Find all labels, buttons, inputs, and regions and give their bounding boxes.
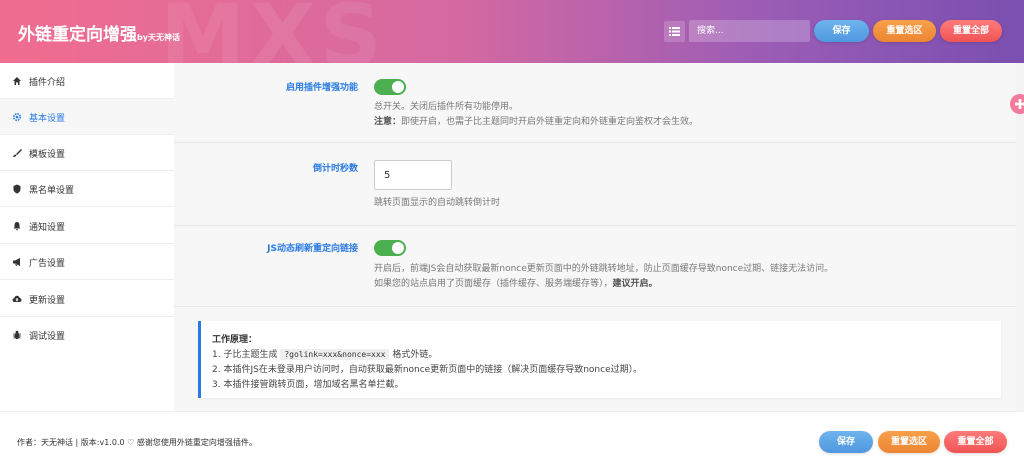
- list-icon: [669, 27, 680, 36]
- info-line-1-pre: 1. 子比主题生成: [212, 350, 278, 360]
- note-text: 即使开启，也需子比主题同时开启外链重定向和外链重定向鉴权才会生效。: [401, 117, 699, 127]
- countdown-label: 倒计时秒数: [312, 164, 358, 174]
- enable-label: 启用插件增强功能: [285, 83, 358, 93]
- sidebar-item-label: 模板设置: [29, 150, 66, 160]
- header-bar: MXS 外链重定向增强by天无神话 保存 重置选区 重置全部: [0, 0, 1024, 63]
- enable-note: 注意：即使开启，也需子比主题同时开启外链重定向和外链重定向鉴权才会生效。: [374, 115, 698, 130]
- header-watermark: MXS: [160, 0, 386, 63]
- sidebar-item-label: 通知设置: [29, 223, 66, 233]
- note-prefix: 注意：: [374, 117, 402, 127]
- sidebar-item-debug[interactable]: 调试设置: [0, 317, 174, 353]
- enable-toggle[interactable]: [374, 79, 406, 95]
- info-line-1-post: 格式外链。: [392, 350, 438, 360]
- header-save-button[interactable]: 保存: [814, 20, 869, 42]
- sidebar-item-intro[interactable]: 插件介绍: [0, 63, 174, 99]
- section-countdown: 倒计时秒数 跳转页面显示的自动跳转倒计时: [174, 143, 1016, 226]
- shield-icon: [13, 184, 21, 194]
- footer-credit: 作者：天无神话 | 版本:v1.0.0 ♡ 感谢您使用外链重定向增强插件。: [17, 437, 257, 448]
- footer-save-button[interactable]: 保存: [819, 431, 873, 453]
- header-reset-section-button[interactable]: 重置选区: [873, 20, 936, 42]
- js-refresh-description: 开启后，前端JS会自动获取最新nonce更新页面中的外链跳转地址，防止页面缓存导…: [374, 264, 834, 274]
- bug-icon: [13, 330, 21, 339]
- flower-icon: [1014, 98, 1024, 110]
- section-js-refresh: JS动态刷新重定向链接 开启后，前端JS会自动获取最新nonce更新页面中的外链…: [174, 226, 1016, 307]
- sidebar-item-blacklist[interactable]: 黑名单设置: [0, 171, 174, 207]
- sidebar-item-label: 调试设置: [29, 332, 66, 342]
- menu-toggle-button[interactable]: [664, 21, 685, 42]
- sidebar-item-basic[interactable]: 基本设置: [0, 99, 174, 135]
- info-title: 工作原理：: [212, 335, 258, 345]
- footer-bar: 作者：天无神话 | 版本:v1.0.0 ♡ 感谢您使用外链重定向增强插件。 保存…: [0, 411, 1024, 474]
- sidebar-item-label: 基本设置: [29, 114, 66, 124]
- home-icon: [13, 77, 21, 85]
- info-line-3: 3. 本插件接管跳转页面，增加域名黑名单拦截。: [212, 380, 404, 390]
- sidebar-item-notify[interactable]: 通知设置: [0, 208, 174, 244]
- footer-reset-section-button[interactable]: 重置选区: [878, 431, 940, 453]
- search-input[interactable]: [689, 20, 810, 42]
- credit-text: 作者：天无神话 | 版本:v1.0.0: [17, 438, 125, 447]
- gear-icon: [12, 112, 22, 122]
- thanks-text: 感谢您使用外链重定向增强插件。: [136, 438, 257, 447]
- sidebar-item-template[interactable]: 模板设置: [0, 135, 174, 171]
- heart-icon: ♡: [127, 438, 135, 447]
- sidebar: 插件介绍 基本设置 模板设置 黑名单设置 通知设置 广告设置 更新设置 调试设置: [0, 63, 174, 411]
- info-line-1: 1. 子比主题生成 ?golink=xxx&nonce=xxx 格式外链。: [212, 347, 437, 360]
- sidebar-item-update[interactable]: 更新设置: [0, 281, 174, 317]
- note-emphasis: 建议开启。: [612, 279, 658, 289]
- note-text: 如果您的站点启用了页面缓存（插件缓存、服务端缓存等），: [374, 279, 613, 289]
- info-line-2: 2. 本插件JS在未登录用户访问时，自动获取最新nonce更新页面中的链接（解决…: [212, 365, 643, 375]
- brush-icon: [13, 149, 22, 157]
- footer-reset-all-button[interactable]: 重置全部: [944, 431, 1007, 453]
- plugin-title-text: 外链重定向增强: [18, 25, 137, 45]
- header-reset-all-button[interactable]: 重置全部: [940, 20, 1002, 42]
- floating-helper-button[interactable]: [1010, 94, 1024, 114]
- cloud-download-icon: [12, 295, 22, 302]
- info-code: ?golink=xxx&nonce=xxx: [280, 349, 390, 360]
- plugin-title: 外链重定向增强by天无神话: [18, 20, 180, 45]
- countdown-seconds-input[interactable]: [374, 160, 452, 190]
- plugin-title-suffix: by天无神话: [137, 33, 180, 42]
- countdown-description: 跳转页面显示的自动跳转倒计时: [374, 198, 501, 208]
- bell-icon: [13, 222, 21, 231]
- settings-panel: 启用插件增强功能 总开关。关闭后插件所有功能停用。 注意：即使开启，也需子比主题…: [174, 63, 1016, 411]
- enable-description: 总开关。关闭后插件所有功能停用。: [374, 102, 519, 112]
- sidebar-item-label: 广告设置: [29, 259, 66, 269]
- js-refresh-label: JS动态刷新重定向链接: [267, 244, 358, 254]
- section-enable: 启用插件增强功能 总开关。关闭后插件所有功能停用。 注意：即使开启，也需子比主题…: [174, 63, 1016, 143]
- sidebar-item-label: 插件介绍: [29, 78, 66, 88]
- sidebar-item-label: 黑名单设置: [29, 186, 75, 196]
- sidebar-item-ads[interactable]: 广告设置: [0, 244, 174, 280]
- megaphone-icon: [13, 258, 20, 266]
- sidebar-item-label: 更新设置: [29, 296, 66, 306]
- js-refresh-note: 如果您的站点启用了页面缓存（插件缓存、服务端缓存等），建议开启。: [374, 277, 658, 292]
- js-refresh-toggle[interactable]: [374, 240, 406, 256]
- how-it-works-box: 工作原理： 1. 子比主题生成 ?golink=xxx&nonce=xxx 格式…: [198, 321, 1001, 398]
